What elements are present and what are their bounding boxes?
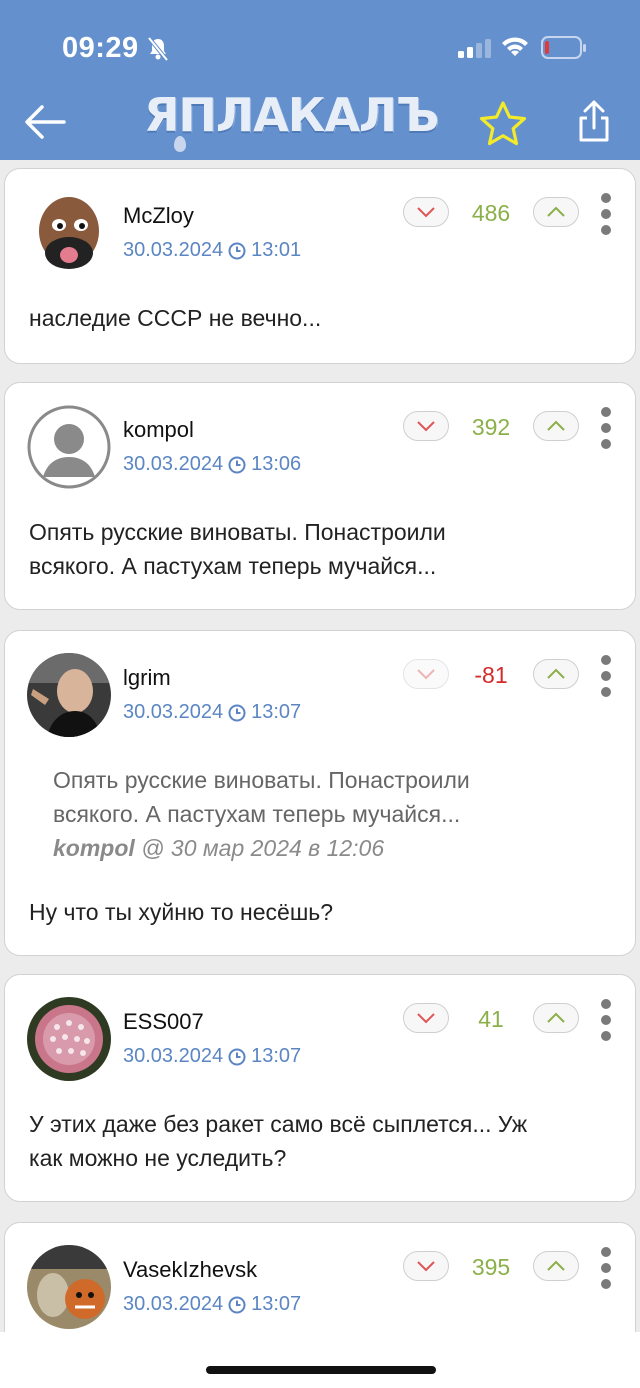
comment-timestamp: 30.03.2024 13:07: [123, 701, 301, 724]
wifi-icon: [502, 37, 528, 56]
vote-down-button[interactable]: [403, 1251, 449, 1281]
comment-card: McZloy 30.03.2024 13:01 486 наследие ССС…: [4, 168, 636, 364]
comment-author[interactable]: ESS007: [123, 1009, 204, 1035]
quote-block: Опять русские виноваты. Понастроили всяк…: [53, 763, 613, 865]
comment-timestamp: 30.03.2024 13:07: [123, 1293, 301, 1316]
comment-timestamp: 30.03.2024 13:01: [123, 239, 301, 262]
chevron-down-icon: [417, 1013, 435, 1024]
clock-icon: [228, 1296, 246, 1313]
avatar[interactable]: [27, 191, 111, 275]
vote-down-button[interactable]: [403, 659, 449, 689]
top-bar: 09:29 ЯПЛАКАЛЪ: [0, 0, 640, 160]
comment-card: lgrim 30.03.2024 13:07 -81 Опять русские…: [4, 630, 636, 956]
comment-score: 486: [471, 200, 511, 226]
quote-source: kompol @ 30 мар 2024 в 12:06: [53, 831, 613, 865]
more-options-icon[interactable]: [601, 193, 613, 241]
logo-drop-decoration: [174, 136, 186, 152]
clock-icon: [228, 456, 246, 473]
back-arrow-icon[interactable]: [24, 104, 66, 140]
comment-date: 30.03.2024: [123, 701, 224, 723]
cellular-signal-icon: [458, 39, 491, 58]
comment-score: 392: [471, 414, 511, 440]
chevron-up-icon: [547, 1012, 565, 1023]
chevron-up-icon: [547, 420, 565, 431]
comment-timestamp: 30.03.2024 13:07: [123, 1045, 301, 1068]
more-options-icon[interactable]: [601, 999, 613, 1047]
quote-author[interactable]: kompol: [53, 835, 135, 861]
vote-down-button[interactable]: [403, 197, 449, 227]
favorite-star-icon[interactable]: [478, 100, 528, 148]
comment-score: 395: [471, 1254, 511, 1280]
comment-date: 30.03.2024: [123, 1293, 224, 1315]
clock-icon: [228, 242, 246, 259]
comment-timestamp: 30.03.2024 13:06: [123, 453, 301, 476]
chevron-down-icon: [417, 669, 435, 680]
share-icon[interactable]: [576, 100, 612, 144]
comment-author[interactable]: McZloy: [123, 203, 194, 229]
vote-up-button[interactable]: [533, 411, 579, 441]
avatar[interactable]: [27, 405, 111, 489]
chevron-up-icon: [547, 668, 565, 679]
comment-card: ESS007 30.03.2024 13:07 41 У этих даже б…: [4, 974, 636, 1202]
comment-text-line: как можно не уследить?: [29, 1145, 287, 1171]
vote-up-button[interactable]: [533, 1003, 579, 1033]
comment-text-line: всякого. А пастухам теперь мучайся...: [29, 553, 437, 579]
comment-text-line: Опять русские виноваты. Понастроили: [29, 519, 446, 545]
vote-up-button[interactable]: [533, 197, 579, 227]
comment-score: 41: [478, 1006, 504, 1032]
vote-down-button[interactable]: [403, 1003, 449, 1033]
chevron-down-icon: [417, 1261, 435, 1272]
quote-text-line: всякого. А пастухам теперь мучайся...: [53, 801, 461, 827]
more-options-icon[interactable]: [601, 407, 613, 455]
comment-date: 30.03.2024: [123, 1045, 224, 1067]
comment-time: 13:07: [251, 1045, 302, 1067]
quote-date: @ 30 мар 2024 в 12:06: [134, 835, 385, 861]
bottom-safe-area: [0, 1332, 640, 1388]
home-indicator[interactable]: [206, 1366, 436, 1374]
comment-text: Ну что ты хуйню то несёшь?: [29, 899, 334, 925]
comment-text-line: У этих даже без ракет само всё сыплется.…: [29, 1111, 528, 1137]
clock-icon: [228, 704, 246, 721]
comment-author[interactable]: VasekIzhevsk: [123, 1257, 257, 1283]
vote-down-button[interactable]: [403, 411, 449, 441]
chevron-down-icon: [417, 421, 435, 432]
comment-author[interactable]: kompol: [123, 417, 194, 443]
comment-date: 30.03.2024: [123, 239, 224, 261]
chevron-down-icon: [417, 207, 435, 218]
comment-author[interactable]: lgrim: [123, 665, 171, 691]
comment-time: 13:06: [251, 453, 302, 475]
status-time: 09:29: [62, 32, 139, 64]
comment-card: kompol 30.03.2024 13:06 392 Опять русски…: [4, 382, 636, 610]
avatar[interactable]: [27, 653, 111, 737]
avatar[interactable]: [27, 997, 111, 1081]
clock-icon: [228, 1048, 246, 1065]
comment-time: 13:01: [251, 239, 302, 261]
more-options-icon[interactable]: [601, 655, 613, 703]
bell-muted-icon: [147, 36, 169, 62]
vote-up-button[interactable]: [533, 659, 579, 689]
comment-text: Опять русские виноваты. Понастроили всяк…: [29, 515, 619, 583]
avatar[interactable]: [27, 1245, 111, 1329]
battery-low-icon: [541, 36, 586, 59]
site-logo[interactable]: ЯПЛАКАЛЪ: [144, 88, 439, 142]
chevron-up-icon: [547, 1260, 565, 1271]
chevron-up-icon: [547, 206, 565, 217]
comment-date: 30.03.2024: [123, 453, 224, 475]
more-options-icon[interactable]: [601, 1247, 613, 1295]
comment-text: наследие СССР не вечно...: [29, 305, 322, 331]
comment-score: -81: [474, 662, 508, 688]
comment-time: 13:07: [251, 1293, 302, 1315]
comment-text: У этих даже без ракет само всё сыплется.…: [29, 1107, 619, 1175]
quote-text-line: Опять русские виноваты. Понастроили: [53, 767, 470, 793]
vote-up-button[interactable]: [533, 1251, 579, 1281]
comment-time: 13:07: [251, 701, 302, 723]
